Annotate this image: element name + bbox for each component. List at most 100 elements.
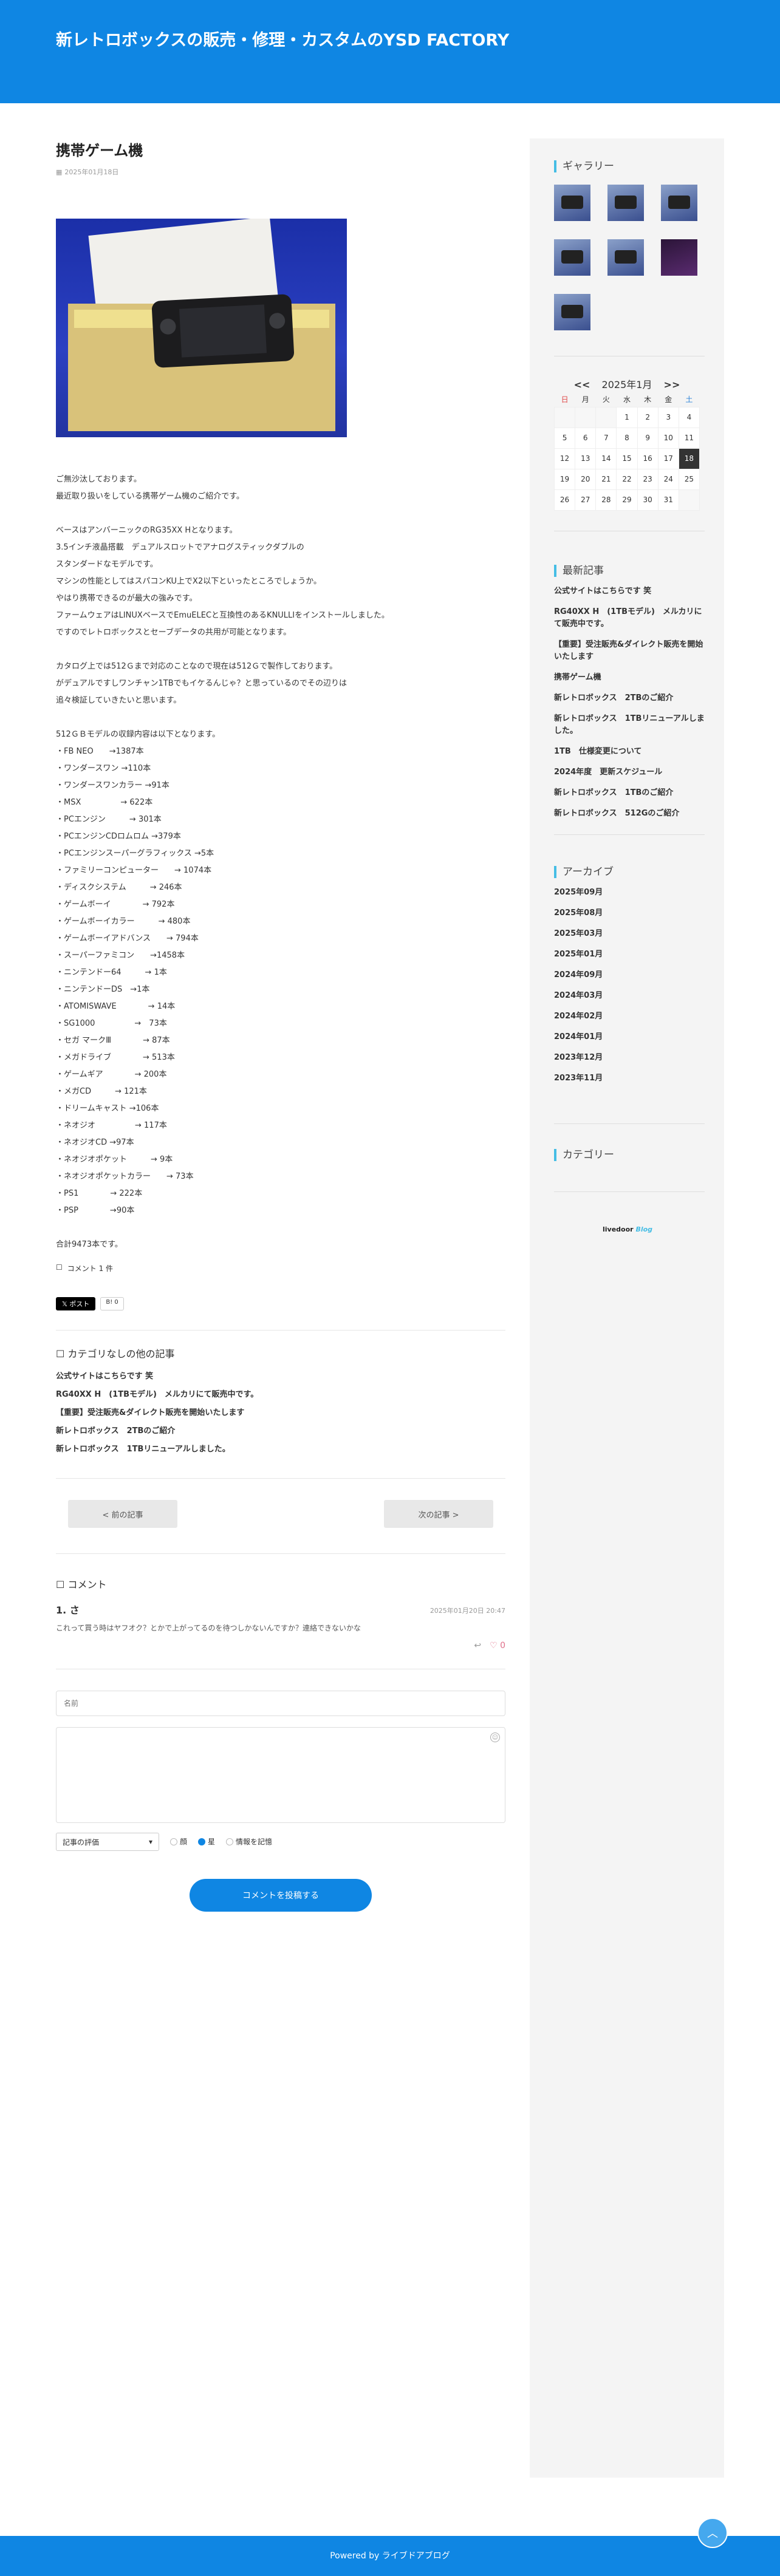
- divider: [554, 1123, 705, 1124]
- calendar-weekday: 火: [602, 395, 610, 404]
- divider: [554, 1191, 705, 1192]
- recent-post-link[interactable]: 1TB 仕様変更について: [554, 746, 705, 758]
- back-to-top-button[interactable]: ︿: [697, 2518, 728, 2548]
- recent-post-link[interactable]: 2024年度 更新スケジュール: [554, 766, 705, 779]
- logo-text: livedoor: [603, 1225, 634, 1233]
- related-item[interactable]: 【重要】受注販売&ダイレクト販売を開始いたします: [56, 1404, 258, 1422]
- recent-post-link[interactable]: 新レトロボックス 1TBリニューアルしました。: [554, 713, 705, 737]
- photo-handheld-device: [151, 294, 295, 368]
- recent-posts-title: 最新記事: [554, 565, 604, 577]
- divider: [554, 834, 705, 835]
- livedoor-blog-logo[interactable]: livedoor Blog: [603, 1225, 652, 1233]
- calendar-day: 11: [678, 427, 700, 449]
- calendar-day: 8: [616, 427, 638, 449]
- rating-select[interactable]: 記事の評価 ▾: [56, 1833, 159, 1851]
- thumbnail-device: [668, 196, 690, 209]
- related-item[interactable]: 新レトロボックス 1TBリニューアルしました。: [56, 1440, 258, 1459]
- archive-link[interactable]: 2025年09月: [554, 887, 705, 899]
- calendar-day: 6: [575, 427, 597, 449]
- bookmark-icon: B!: [106, 1299, 113, 1306]
- thumbnail-device: [561, 250, 583, 264]
- post-photo[interactable]: [56, 219, 347, 437]
- thumbnail-device: [615, 196, 637, 209]
- game-list-item: ・ニンテンドーDS →1本: [56, 985, 150, 994]
- radio-star[interactable]: 星: [198, 1836, 215, 1847]
- recent-post-link[interactable]: 新レトロボックス 2TBのご紹介: [554, 692, 705, 704]
- calendar-day: 19: [553, 468, 576, 490]
- comment-textarea[interactable]: ☺: [56, 1727, 505, 1823]
- comment-count[interactable]: ☐ コメント 1 件: [56, 1263, 113, 1273]
- comment-actions: ↩ ♡ 0: [474, 1641, 505, 1651]
- x-post-button[interactable]: 𝕏 ポスト: [56, 1297, 96, 1310]
- calendar-table: 日月火水木金土 1 2 3 4 5 6 7 8 9 10 11 12 13 14 15 16 17 18 19 20 21…: [553, 392, 700, 511]
- game-list-item: ・ネオジオポケット → 9本: [56, 1155, 173, 1164]
- prev-article-button[interactable]: < 前の記事: [68, 1500, 177, 1528]
- archive-link[interactable]: 2024年09月: [554, 969, 705, 981]
- archive-link[interactable]: 2024年02月: [554, 1010, 705, 1023]
- gallery-thumbnail[interactable]: [661, 185, 697, 221]
- calendar-day[interactable]: 18: [678, 448, 700, 469]
- game-list-item: ・メガCD → 121本: [56, 1087, 147, 1096]
- calendar-icon: ▦: [56, 168, 63, 176]
- calendar-day: 25: [678, 468, 700, 490]
- thumbnail-device: [615, 250, 637, 264]
- archive-link[interactable]: 2023年11月: [554, 1072, 705, 1085]
- recent-post-link[interactable]: 新レトロボックス 512Gのご紹介: [554, 808, 705, 820]
- calendar-day: 26: [553, 489, 576, 511]
- game-list-item: ・ドリームキャスト →106本: [56, 1104, 159, 1113]
- name-input[interactable]: [56, 1691, 505, 1716]
- recent-post-link[interactable]: 公式サイトはこちらです 笑: [554, 585, 705, 598]
- hatena-bookmark-button[interactable]: B! 0: [100, 1297, 124, 1310]
- recent-post-link[interactable]: 新レトロボックス 1TBのご紹介: [554, 787, 705, 799]
- gallery-thumbnail[interactable]: [607, 185, 644, 221]
- related-item[interactable]: 新レトロボックス 2TBのご紹介: [56, 1422, 258, 1440]
- calendar-day: 15: [616, 448, 638, 469]
- archive-link[interactable]: 2024年01月: [554, 1031, 705, 1043]
- related-item[interactable]: RG40XX H (1TBモデル) メルカリにて販売中です。: [56, 1386, 258, 1404]
- comment-body: これって買う時はヤフオク？とかで上がってるのを待つしかないんですか？連絡できない…: [56, 1624, 361, 1632]
- gallery-thumbnail[interactable]: [554, 239, 590, 276]
- recent-post-link[interactable]: RG40XX H (1TBモデル) メルカリにて販売中です。: [554, 606, 705, 630]
- emoji-icon[interactable]: ☺: [490, 1733, 500, 1742]
- submit-comment-button[interactable]: コメントを投稿する: [190, 1879, 372, 1912]
- recent-posts-list: 公式サイトはこちらです 笑 RG40XX H (1TBモデル) メルカリにて販売中…: [554, 585, 705, 828]
- archive-link[interactable]: 2025年08月: [554, 907, 705, 919]
- next-article-button[interactable]: 次の記事 >: [384, 1500, 493, 1528]
- radio-face[interactable]: 顔: [170, 1836, 187, 1847]
- recent-post-link[interactable]: 携帯ゲーム機: [554, 672, 705, 684]
- gallery-grid: [554, 185, 697, 330]
- calendar-weekday: 金: [665, 395, 672, 404]
- calendar-day: 3: [657, 406, 679, 428]
- footer-text[interactable]: Powered by ライブドアブログ: [0, 2549, 780, 2561]
- site-title[interactable]: 新レトロボックスの販売・修理・カスタムのYSD FACTORY: [56, 27, 509, 50]
- photo-device-buttons: [269, 312, 286, 329]
- calendar-day: 31: [657, 489, 679, 511]
- game-list-item: ・PCエンジン → 301本: [56, 815, 162, 824]
- gallery-thumbnail[interactable]: [661, 239, 697, 276]
- gallery-thumbnail[interactable]: [554, 294, 590, 330]
- gallery-thumbnail[interactable]: [607, 239, 644, 276]
- calendar-day: 17: [657, 448, 679, 469]
- archive-link[interactable]: 2023年12月: [554, 1052, 705, 1064]
- archive-link[interactable]: 2025年03月: [554, 928, 705, 940]
- remember-checkbox[interactable]: 情報を記憶: [226, 1836, 272, 1847]
- calendar-day: 14: [595, 448, 617, 469]
- gallery-thumbnail[interactable]: [554, 185, 590, 221]
- calendar-next-link[interactable]: >>: [664, 379, 680, 390]
- reply-icon[interactable]: ↩: [474, 1641, 481, 1651]
- game-list: ・FB NEO →1387本 ・ワンダースワン →110本 ・ワンダースワンカラー …: [56, 743, 505, 1219]
- rating-select-label: 記事の評価: [63, 1838, 100, 1847]
- calendar-day: 29: [616, 489, 638, 511]
- archive-link[interactable]: 2024年03月: [554, 990, 705, 1002]
- chevron-up-icon: ︿: [707, 2527, 718, 2540]
- comment-icon: ☐: [56, 1263, 63, 1272]
- calendar-day: 27: [575, 489, 597, 511]
- like-heart-icon[interactable]: ♡ 0: [490, 1641, 505, 1651]
- calendar-prev-link[interactable]: <<: [574, 379, 590, 390]
- calendar-day: 1: [616, 406, 638, 428]
- related-item[interactable]: 公式サイトはこちらです 笑: [56, 1368, 258, 1386]
- archive-link[interactable]: 2025年01月: [554, 949, 705, 961]
- game-list-item: ・セガ マークⅢ → 87本: [56, 1036, 170, 1045]
- calendar-weekday: 土: [685, 395, 693, 404]
- recent-post-link[interactable]: 【重要】受注販売&ダイレクト販売を開始いたします: [554, 639, 705, 663]
